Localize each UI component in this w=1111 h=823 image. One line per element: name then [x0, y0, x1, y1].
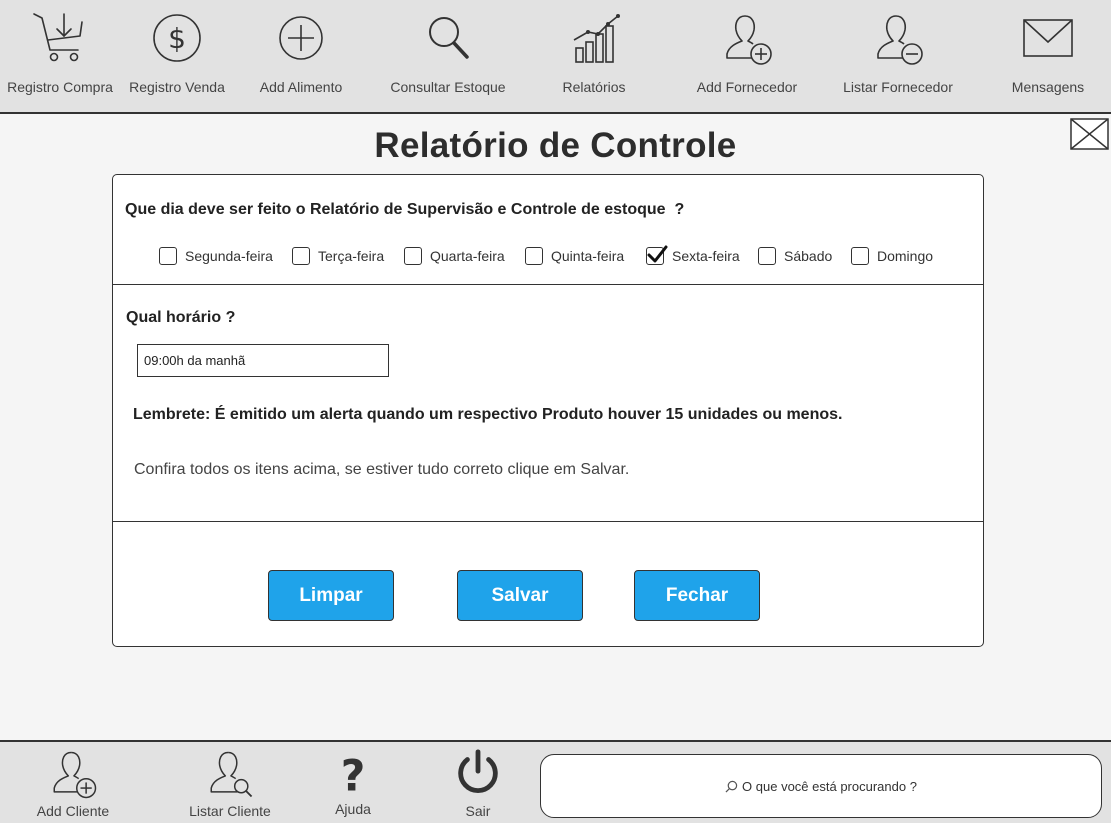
toolbar-registro-compra[interactable]: Registro Compra — [0, 0, 120, 112]
checkbox[interactable] — [525, 247, 543, 265]
svg-text:$: $ — [168, 22, 186, 55]
toolbar-label: Add Alimento — [259, 79, 343, 95]
day-checkbox-domingo[interactable]: Domingo — [851, 245, 933, 267]
checkbox[interactable] — [159, 247, 177, 265]
toolbar-add-alimento[interactable]: Add Alimento — [245, 0, 357, 112]
day-label: Segunda-feira — [185, 248, 273, 264]
bottom-label: Add Cliente — [36, 803, 110, 819]
day-checkbox-sabado[interactable]: Sábado — [758, 245, 832, 267]
day-label: Sexta-feira — [672, 248, 740, 264]
day-checkbox-quarta[interactable]: Quarta-feira — [404, 245, 505, 267]
day-checkbox-group: Segunda-feira Terça-feira Quarta-feira Q… — [113, 245, 983, 267]
toolbar-label: Registro Venda — [129, 79, 225, 95]
svg-text:?: ? — [341, 751, 366, 800]
checkbox[interactable] — [292, 247, 310, 265]
toolbar-label: Relatórios — [562, 79, 626, 95]
day-checkbox-sexta[interactable]: Sexta-feira — [646, 245, 740, 267]
bottom-label: Ajuda — [335, 801, 371, 817]
bottom-add-cliente[interactable]: Add Cliente — [28, 742, 118, 823]
toolbar-relatorios[interactable]: Relatórios — [554, 0, 634, 112]
checkbox[interactable] — [404, 247, 422, 265]
time-input[interactable] — [137, 344, 389, 377]
day-label: Domingo — [877, 248, 934, 264]
confirm-instructions: Confira todos os itens acima, se estiver… — [134, 461, 630, 478]
toolbar-mensagens[interactable]: Mensagens — [1006, 0, 1090, 112]
day-checkbox-terca[interactable]: Terça-feira — [292, 245, 384, 267]
checkbox[interactable] — [851, 247, 869, 265]
clear-button[interactable]: Limpar — [268, 570, 394, 621]
bottom-sair[interactable]: Sair — [448, 742, 508, 823]
section-divider — [113, 521, 983, 522]
close-button[interactable]: Fechar — [634, 570, 760, 621]
page-title: Relatório de Controle — [374, 126, 737, 165]
section-divider — [113, 284, 983, 285]
toolbar-consultar-estoque[interactable]: Consultar Estoque — [383, 0, 513, 112]
question-day-label: Que dia deve ser feito o Relatório de Su… — [125, 201, 685, 218]
day-label: Quinta-feira — [551, 248, 625, 264]
top-toolbar: Registro Compra $ Registro Venda Add Ali… — [0, 0, 1111, 114]
dollar-circle-icon: $ — [153, 14, 201, 62]
close-icon[interactable] — [1070, 118, 1109, 150]
day-checkbox-quinta[interactable]: Quinta-feira — [525, 245, 624, 267]
search-placeholder: O que você está procurando ? — [742, 778, 917, 794]
bottom-label: Sair — [465, 803, 491, 819]
bottom-toolbar: Add Cliente Listar Cliente ? Ajuda Sair — [0, 740, 1111, 823]
toolbar-label: Add Fornecedor — [696, 79, 798, 95]
toolbar-registro-venda[interactable]: $ Registro Venda — [120, 0, 234, 112]
power-icon — [458, 749, 498, 793]
user-add-icon — [726, 15, 772, 65]
save-button[interactable]: Salvar — [457, 570, 583, 621]
question-time-label: Qual horário ? — [126, 309, 236, 326]
toolbar-label: Mensagens — [1011, 79, 1085, 95]
search-icon — [429, 17, 469, 59]
day-label: Sábado — [784, 248, 833, 264]
user-search-icon — [210, 751, 253, 798]
report-settings-panel: Que dia deve ser feito o Relatório de Su… — [112, 174, 984, 647]
reminder-text: Lembrete: É emitido um alerta quando um … — [133, 406, 843, 423]
day-label: Terça-feira — [318, 248, 385, 264]
question-icon: ? — [341, 751, 366, 800]
search-box[interactable]: O que você está procurando ? — [540, 754, 1102, 818]
toolbar-listar-fornecedor[interactable]: Listar Fornecedor — [838, 0, 958, 112]
check-icon — [647, 245, 668, 263]
toolbar-add-fornecedor[interactable]: Add Fornecedor — [690, 0, 804, 112]
toolbar-label: Consultar Estoque — [390, 79, 506, 95]
user-add-icon — [53, 751, 97, 799]
cart-download-icon — [33, 13, 83, 62]
bottom-label: Listar Cliente — [189, 803, 271, 819]
bottom-listar-cliente[interactable]: Listar Cliente — [182, 742, 278, 823]
user-remove-icon — [877, 15, 923, 65]
plus-circle-icon — [279, 16, 323, 60]
checkbox[interactable] — [758, 247, 776, 265]
day-checkbox-segunda[interactable]: Segunda-feira — [159, 245, 273, 267]
bottom-ajuda[interactable]: ? Ajuda — [323, 742, 383, 823]
search-icon — [725, 780, 738, 792]
toolbar-label: Registro Compra — [7, 79, 113, 95]
envelope-icon — [1023, 19, 1073, 57]
toolbar-label: Listar Fornecedor — [843, 79, 953, 95]
bar-chart-icon — [573, 14, 620, 63]
checkbox-checked[interactable] — [646, 245, 668, 265]
day-label: Quarta-feira — [430, 248, 505, 264]
